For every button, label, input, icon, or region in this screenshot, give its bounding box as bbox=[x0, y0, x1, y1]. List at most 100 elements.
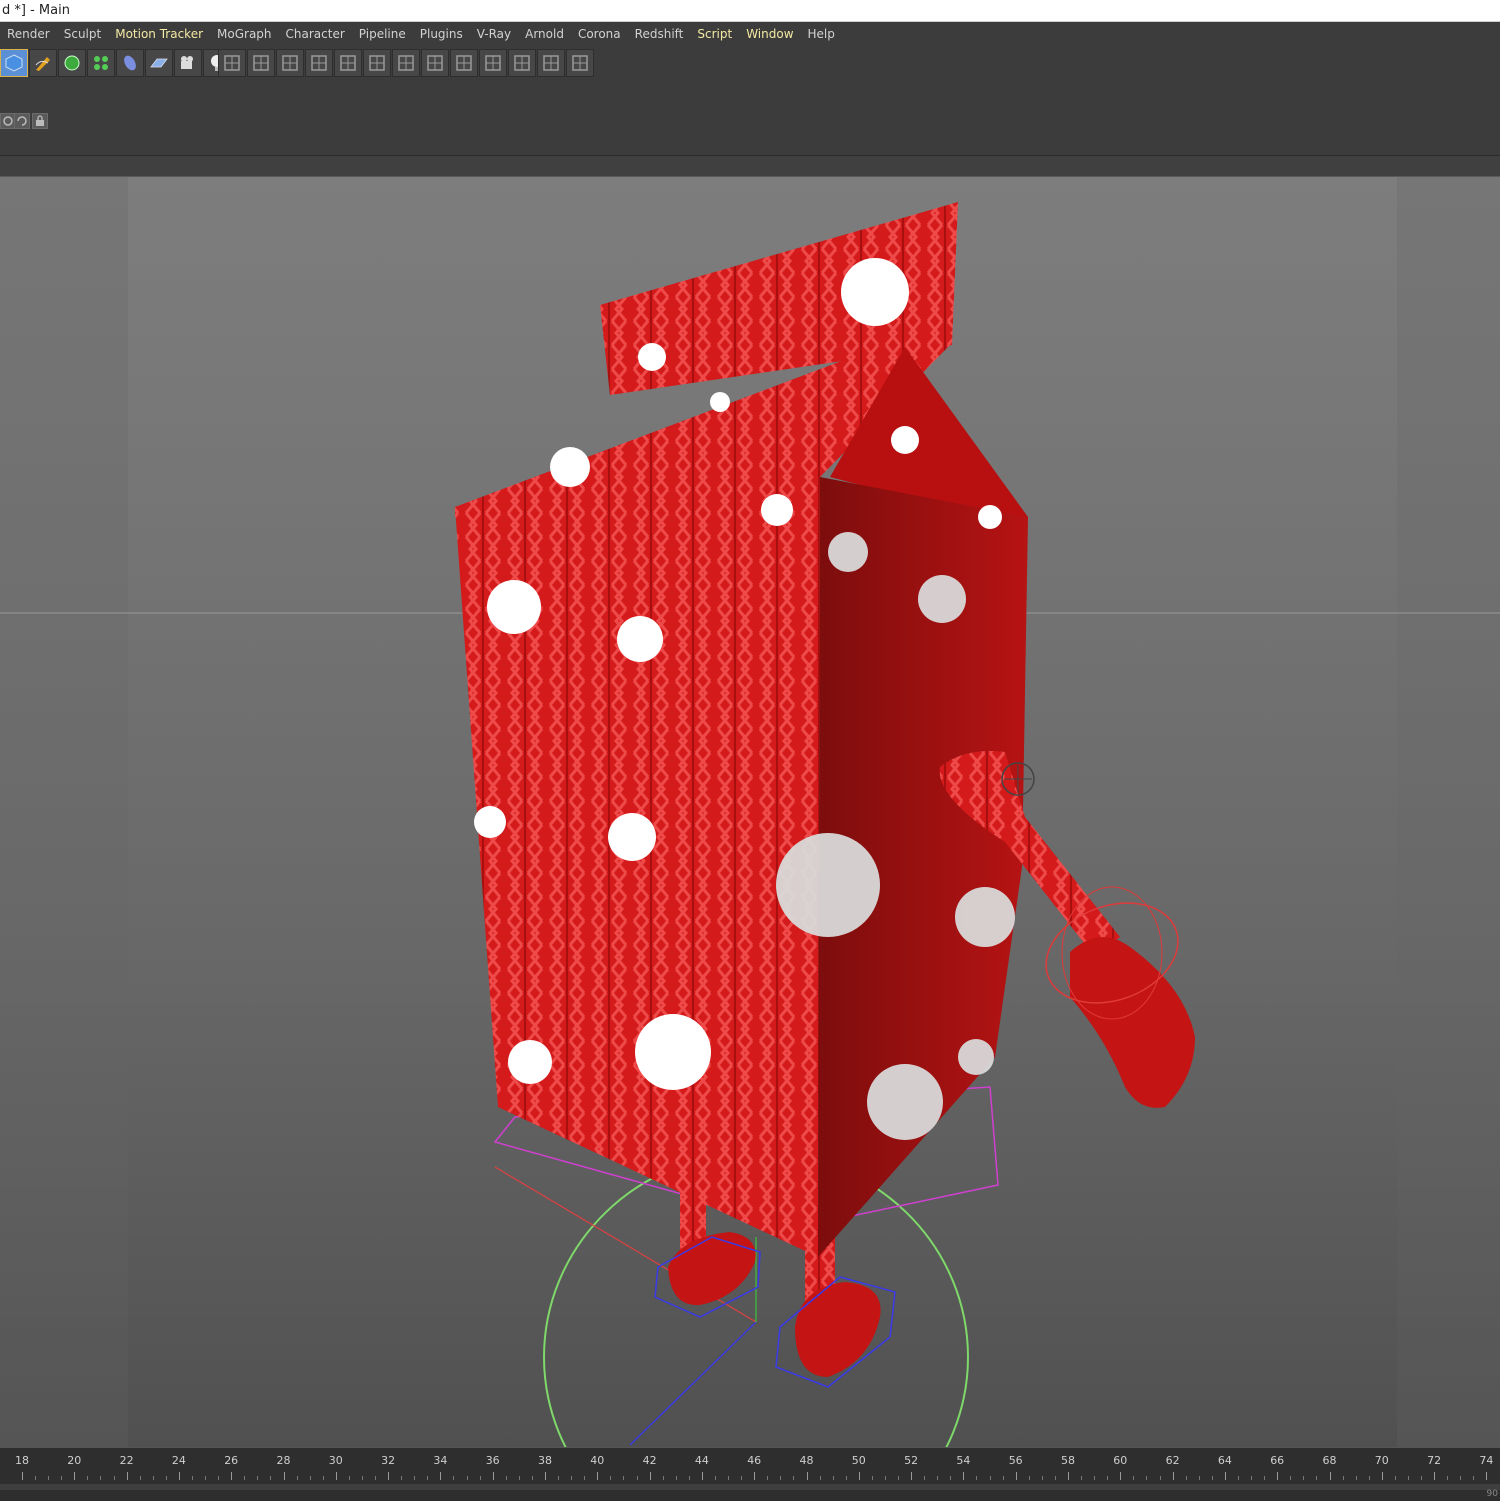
timeline-minor-tick bbox=[244, 1476, 246, 1480]
timeline-tick-label: 36 bbox=[485, 1454, 500, 1467]
skin-icon[interactable] bbox=[276, 49, 304, 77]
grid-a-icon[interactable] bbox=[479, 49, 507, 77]
timeline-minor-tick bbox=[1107, 1476, 1109, 1480]
menu-item-motion-tracker[interactable]: Motion Tracker bbox=[108, 23, 210, 45]
timeline-minor-tick bbox=[741, 1476, 743, 1480]
lock-icon[interactable] bbox=[32, 113, 48, 129]
grid-b-icon[interactable] bbox=[508, 49, 536, 77]
menu-item-corona[interactable]: Corona bbox=[571, 23, 628, 45]
deformer-icon[interactable] bbox=[116, 49, 144, 77]
timeline-tick bbox=[1277, 1472, 1279, 1480]
camera-icon[interactable] bbox=[174, 49, 202, 77]
menu-item-help[interactable]: Help bbox=[801, 23, 842, 45]
menu-item-pipeline[interactable]: Pipeline bbox=[352, 23, 413, 45]
timeline-minor-tick bbox=[571, 1476, 573, 1480]
timeline-minor-tick bbox=[152, 1476, 154, 1480]
menu-item-window[interactable]: Window bbox=[739, 23, 800, 45]
timeline-minor-tick bbox=[1159, 1476, 1161, 1480]
menu-item-redshift[interactable]: Redshift bbox=[628, 23, 691, 45]
cube-icon[interactable] bbox=[0, 49, 28, 77]
timeline-tick-label: 74 bbox=[1479, 1454, 1494, 1467]
timeline-tick bbox=[1381, 1472, 1383, 1480]
timeline-tick bbox=[440, 1472, 442, 1480]
timeline-minor-tick bbox=[1303, 1476, 1305, 1480]
pen-icon[interactable] bbox=[29, 49, 57, 77]
weight-icon[interactable] bbox=[305, 49, 333, 77]
viewport-scene bbox=[0, 177, 1500, 1447]
timeline-minor-tick bbox=[1394, 1476, 1396, 1480]
menu-item-sculpt[interactable]: Sculpt bbox=[57, 23, 108, 45]
subdivision-icon[interactable] bbox=[58, 49, 86, 77]
mirror-icon[interactable] bbox=[450, 49, 478, 77]
morph-icon[interactable] bbox=[363, 49, 391, 77]
timeline-tick bbox=[1329, 1472, 1331, 1480]
menu-item-render[interactable]: Render bbox=[0, 23, 57, 45]
menu-item-character[interactable]: Character bbox=[279, 23, 352, 45]
3d-viewport[interactable] bbox=[0, 177, 1500, 1447]
timeline-tick-label: 22 bbox=[119, 1454, 134, 1467]
timeline-tick-label: 62 bbox=[1165, 1454, 1180, 1467]
timeline-minor-tick bbox=[662, 1476, 664, 1480]
timeline-tick bbox=[963, 1472, 965, 1480]
menu-item-v-ray[interactable]: V-Ray bbox=[470, 23, 518, 45]
timeline-tick bbox=[283, 1472, 285, 1480]
cloner-icon[interactable] bbox=[87, 49, 115, 77]
timeline-tick-label: 44 bbox=[694, 1454, 709, 1467]
floor-icon[interactable] bbox=[145, 49, 173, 77]
main-toolbar bbox=[0, 45, 1500, 105]
timeline-tick-label: 66 bbox=[1270, 1454, 1285, 1467]
menu-item-mograph[interactable]: MoGraph bbox=[210, 23, 279, 45]
grid-d-icon[interactable] bbox=[566, 49, 594, 77]
timeline-tick-label: 34 bbox=[433, 1454, 448, 1467]
timeline-tick-label: 52 bbox=[904, 1454, 919, 1467]
timeline-minor-tick bbox=[1198, 1476, 1200, 1480]
timeline-minor-tick bbox=[218, 1476, 220, 1480]
timeline-tick bbox=[1434, 1472, 1436, 1480]
ik-icon[interactable] bbox=[247, 49, 275, 77]
timeline-minor-tick bbox=[414, 1476, 416, 1480]
timeline-tick bbox=[388, 1472, 390, 1480]
timeline-minor-tick bbox=[1421, 1476, 1423, 1480]
timeline-tick bbox=[806, 1472, 808, 1480]
timeline-tick-label: 32 bbox=[381, 1454, 396, 1467]
menu-item-script[interactable]: Script bbox=[690, 23, 739, 45]
timeline-tick-label: 18 bbox=[15, 1454, 29, 1467]
timeline-minor-tick bbox=[113, 1476, 115, 1480]
menu-item-plugins[interactable]: Plugins bbox=[413, 23, 470, 45]
timeline-minor-tick bbox=[1460, 1476, 1462, 1480]
timeline-ruler[interactable]: 90 18 20 22 24 26 28 30 32 34 36 38 40 42 44 46 48 50 52 5… bbox=[0, 1447, 1500, 1501]
timeline-minor-tick bbox=[1002, 1476, 1004, 1480]
timeline-minor-tick bbox=[479, 1476, 481, 1480]
timeline-minor-tick bbox=[1094, 1476, 1096, 1480]
timeline-minor-tick bbox=[401, 1476, 403, 1480]
timeline-tick-label: 56 bbox=[1008, 1454, 1023, 1467]
timeline-tick bbox=[231, 1472, 233, 1480]
pose-icon[interactable] bbox=[392, 49, 420, 77]
timeline-tick-label: 48 bbox=[799, 1454, 814, 1467]
timeline-tick bbox=[754, 1472, 756, 1480]
timeline-minor-tick bbox=[61, 1476, 63, 1480]
grid-c-icon[interactable] bbox=[537, 49, 565, 77]
timeline-minor-tick bbox=[1146, 1476, 1148, 1480]
timeline-minor-tick bbox=[1211, 1476, 1213, 1480]
joint-icon[interactable] bbox=[218, 49, 246, 77]
rotate-snap-icon[interactable] bbox=[14, 113, 30, 129]
cmotion-icon[interactable] bbox=[421, 49, 449, 77]
timeline-tick-label: 30 bbox=[328, 1454, 343, 1467]
timeline-track[interactable] bbox=[0, 1484, 1500, 1490]
timeline-minor-tick bbox=[518, 1476, 520, 1480]
timeline-minor-tick bbox=[139, 1476, 141, 1480]
toolbar-character-group bbox=[218, 49, 595, 79]
timeline-minor-tick bbox=[309, 1476, 311, 1480]
timeline-tick bbox=[1068, 1472, 1069, 1480]
bone-icon[interactable] bbox=[334, 49, 362, 77]
timeline-tick bbox=[649, 1472, 651, 1480]
menu-item-arnold[interactable]: Arnold bbox=[518, 23, 571, 45]
timeline-minor-tick bbox=[257, 1476, 259, 1480]
timeline-tick-label: 26 bbox=[224, 1454, 239, 1467]
timeline-minor-tick bbox=[1290, 1476, 1292, 1480]
timeline-tick-label: 68 bbox=[1322, 1454, 1337, 1467]
timeline-tick bbox=[178, 1472, 180, 1480]
timeline-tick bbox=[911, 1472, 913, 1480]
timeline-minor-tick bbox=[610, 1476, 612, 1480]
